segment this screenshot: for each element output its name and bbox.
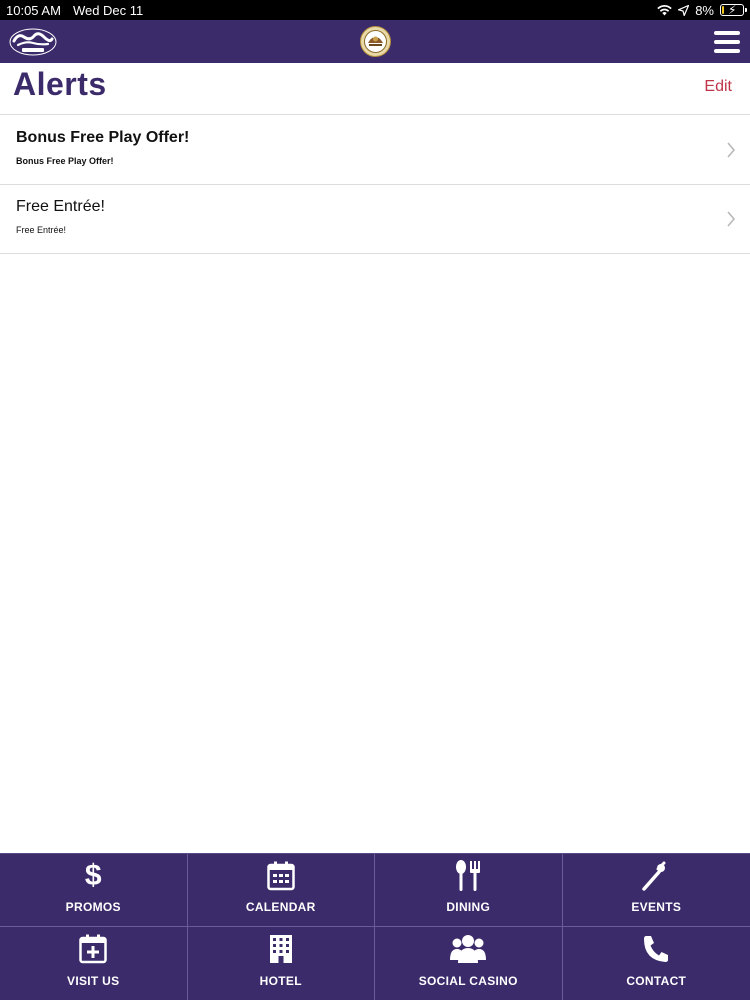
microphone-icon bbox=[641, 860, 671, 892]
page-title: Alerts bbox=[13, 66, 107, 102]
location-arrow-icon bbox=[678, 4, 690, 16]
battery-fill bbox=[722, 6, 724, 14]
tab-label: PROMOS bbox=[65, 900, 121, 914]
building-icon bbox=[266, 933, 296, 965]
alert-subtitle: Bonus Free Play Offer! bbox=[16, 156, 114, 166]
edit-button[interactable]: Edit bbox=[704, 78, 732, 96]
calendar-plus-icon bbox=[78, 933, 108, 965]
users-icon bbox=[450, 933, 487, 965]
tab-hotel[interactable]: HOTEL bbox=[188, 927, 375, 1000]
chevron-right-icon bbox=[727, 142, 736, 158]
status-date: Wed Dec 11 bbox=[72, 2, 144, 18]
chevron-right-icon bbox=[727, 211, 736, 227]
alert-title: Free Entrée! bbox=[16, 198, 105, 215]
tab-label: VISIT US bbox=[67, 974, 120, 988]
status-time: 10:05 AM bbox=[6, 2, 61, 18]
tab-label: CALENDAR bbox=[245, 900, 316, 914]
alert-item[interactable]: Bonus Free Play Offer! Bonus Free Play O… bbox=[0, 116, 750, 185]
alert-title: Bonus Free Play Offer! bbox=[16, 129, 190, 146]
tab-social-casino[interactable]: SOCIAL CASINO bbox=[375, 927, 563, 1000]
tab-visit-us[interactable]: VISIT US bbox=[0, 927, 188, 1000]
status-right: 8% ⚡ bbox=[657, 2, 747, 18]
tab-label: HOTEL bbox=[259, 974, 302, 988]
battery-percent: 8% bbox=[695, 2, 714, 18]
hard-rock-logo[interactable] bbox=[8, 27, 58, 57]
nav-bar bbox=[0, 20, 750, 63]
alert-item[interactable]: Free Entrée! Free Entrée! bbox=[0, 185, 750, 254]
dollar-icon: $ bbox=[84, 859, 102, 892]
calendar-icon bbox=[266, 860, 296, 892]
tribe-seal bbox=[360, 26, 391, 57]
menu-bar-top bbox=[714, 30, 740, 35]
bolt-icon: ⚡ bbox=[728, 3, 737, 17]
alert-subtitle: Free Entrée! bbox=[16, 225, 67, 235]
menu-bar-bottom bbox=[714, 48, 740, 53]
tab-events[interactable]: EVENTS bbox=[562, 854, 750, 927]
phone-icon bbox=[641, 933, 671, 965]
title-row: Alerts Edit bbox=[0, 63, 750, 115]
status-left: 10:05 AM Wed Dec 11 bbox=[6, 3, 143, 18]
utensils-icon bbox=[453, 860, 483, 892]
tab-promos[interactable]: $ PROMOS bbox=[0, 854, 188, 927]
menu-bar-middle bbox=[714, 39, 740, 44]
tab-label: CONTACT bbox=[626, 974, 687, 988]
tab-label: EVENTS bbox=[631, 900, 682, 914]
bottom-tab-grid: $ PROMOS CALENDAR DINING EVENTS VISIT US… bbox=[0, 853, 750, 1000]
tab-dining[interactable]: DINING bbox=[375, 854, 563, 927]
wifi-icon bbox=[657, 4, 672, 16]
alert-list: Bonus Free Play Offer! Bonus Free Play O… bbox=[0, 116, 750, 254]
menu-button[interactable] bbox=[714, 30, 740, 53]
tab-calendar[interactable]: CALENDAR bbox=[187, 854, 375, 927]
tab-contact[interactable]: CONTACT bbox=[563, 927, 750, 1000]
tab-label: DINING bbox=[446, 900, 491, 914]
status-bar: 10:05 AM Wed Dec 11 8% ⚡ bbox=[0, 0, 750, 20]
battery-icon: ⚡ bbox=[720, 3, 747, 17]
tab-label: SOCIAL CASINO bbox=[418, 974, 518, 988]
